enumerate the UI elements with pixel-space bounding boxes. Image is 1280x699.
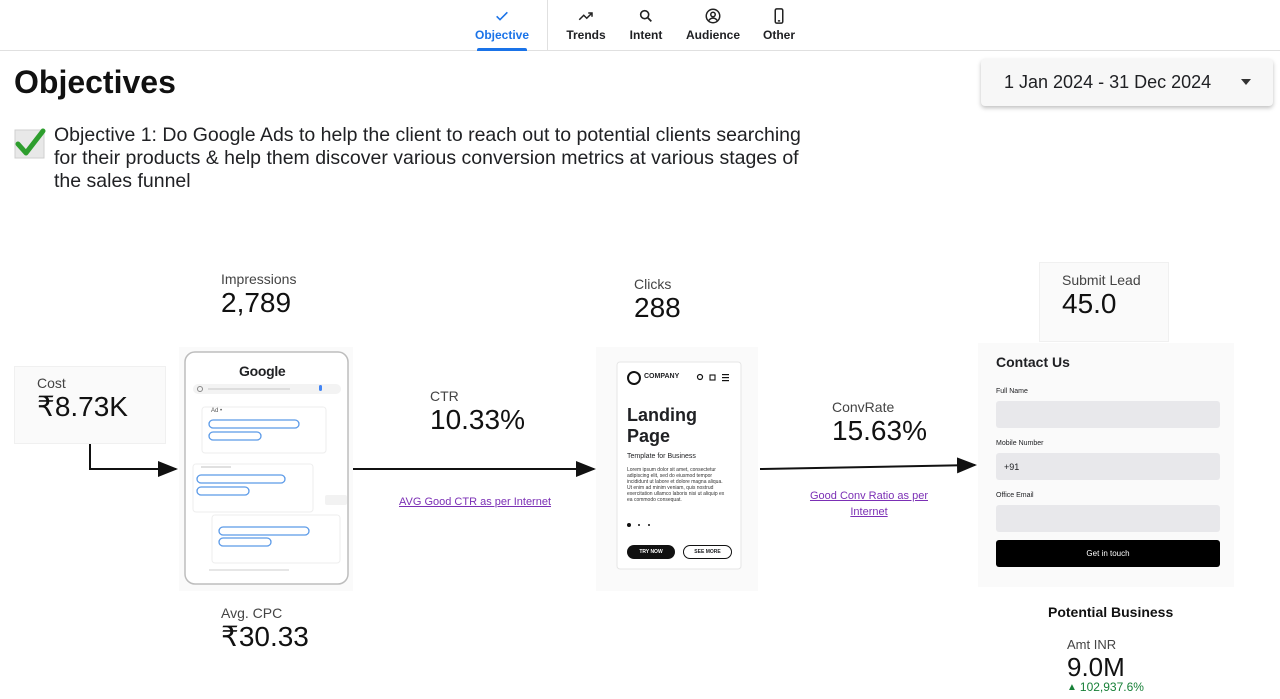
submit-lead-value: 45.0 bbox=[1062, 288, 1117, 319]
ctr-benchmark-link[interactable]: AVG Good CTR as per Internet bbox=[398, 494, 552, 510]
mobile-number-input[interactable]: +91 bbox=[996, 453, 1220, 480]
conv-benchmark-link[interactable]: Good Conv Ratio as per Internet bbox=[806, 488, 932, 520]
landing-headline: Landing Page bbox=[627, 405, 697, 446]
ctr-metric: CTR 10.33% bbox=[430, 388, 525, 436]
delta-value: 102,937.6% bbox=[1079, 680, 1144, 694]
potential-business-title: Potential Business bbox=[1048, 604, 1174, 620]
amt-inr-value: 9.0M bbox=[1067, 652, 1125, 682]
get-in-touch-button[interactable]: Get in touch bbox=[996, 540, 1220, 567]
ad-tag: Ad • bbox=[211, 408, 223, 414]
landing-body: Lorem ipsum dolor sit amet, consectetur … bbox=[627, 467, 725, 503]
impressions-value: 2,789 bbox=[221, 287, 292, 318]
clicks-label: Clicks bbox=[634, 276, 672, 292]
avg-cpc-label: Avg. CPC bbox=[221, 605, 283, 621]
contact-title: Contact Us bbox=[996, 354, 1070, 370]
submit-lead-label: Submit Lead bbox=[1062, 272, 1141, 288]
ctr-value: 10.33% bbox=[430, 404, 525, 435]
company-brand: COMPANY bbox=[644, 373, 680, 380]
cost-label: Cost bbox=[37, 375, 66, 391]
clicks-value: 288 bbox=[634, 292, 681, 323]
full-name-input[interactable] bbox=[996, 401, 1220, 428]
landing-subhead: Template for Business bbox=[627, 453, 696, 460]
mobile-number-label: Mobile Number bbox=[996, 440, 1044, 447]
potential-business-metric: Amt INR 9.0M bbox=[1067, 637, 1125, 682]
conv-rate-metric: ConvRate 15.63% bbox=[832, 399, 927, 447]
conv-rate-label: ConvRate bbox=[832, 399, 895, 415]
conv-rate-value: 15.63% bbox=[832, 415, 927, 446]
try-now-button[interactable]: TRY NOW bbox=[627, 545, 675, 559]
google-search-card: Google Ad • bbox=[179, 347, 353, 591]
amt-inr-label: Amt INR bbox=[1067, 637, 1117, 652]
cost-metric: Cost ₹8.73K bbox=[14, 366, 166, 444]
avg-cpc-metric: Avg. CPC ₹30.33 bbox=[221, 605, 309, 653]
impressions-metric: Impressions 2,789 bbox=[221, 271, 296, 319]
arrow-up-icon: ▲ bbox=[1067, 681, 1077, 693]
avg-cpc-value: ₹30.33 bbox=[221, 621, 309, 652]
office-email-input[interactable] bbox=[996, 505, 1220, 532]
growth-delta: ▲ 102,937.6% bbox=[1067, 680, 1144, 694]
submit-lead-metric: Submit Lead 45.0 bbox=[1039, 262, 1169, 342]
ctr-label: CTR bbox=[430, 388, 459, 404]
impressions-label: Impressions bbox=[221, 271, 297, 287]
full-name-label: Full Name bbox=[996, 388, 1028, 395]
google-logo: Google bbox=[239, 363, 286, 379]
cost-value: ₹8.73K bbox=[37, 391, 128, 422]
office-email-label: Office Email bbox=[996, 492, 1034, 499]
contact-form-card: Contact Us Full Name Mobile Number +91 O… bbox=[978, 343, 1234, 587]
clicks-metric: Clicks 288 bbox=[634, 276, 681, 324]
landing-page-card: COMPANY Landing Page Template for Busine… bbox=[596, 347, 758, 591]
see-more-button[interactable]: SEE MORE bbox=[683, 545, 732, 559]
